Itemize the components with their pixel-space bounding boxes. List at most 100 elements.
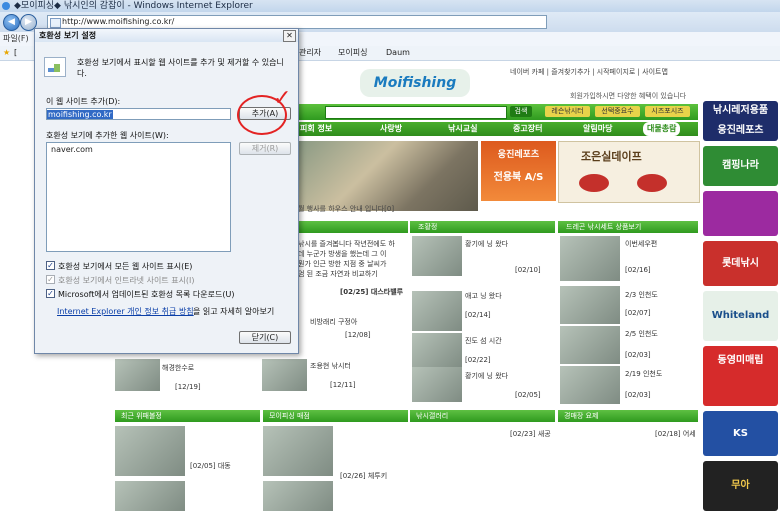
menu-file[interactable]: 파일(F) [3, 34, 29, 43]
bottom-thumb-3 [115, 481, 185, 511]
thumb-left-1 [115, 359, 160, 391]
bottom-row-1[interactable]: [02/05] 대동 [190, 461, 231, 471]
window-titlebar: ◆모이피싱◆ 낚시인의 감잡이 - Windows Internet Explo… [0, 0, 780, 12]
favorites-star-icon[interactable]: ★ [3, 46, 10, 60]
bottom-thumb-4 [263, 481, 333, 511]
ad-ungjin[interactable]: 웅진레포츠 전용북 A/S [481, 141, 556, 201]
privacy-link-suffix: 을 읽고 자세히 알아보기 [193, 307, 275, 316]
col1-row-1-date: [12/08] [345, 331, 371, 339]
side-ad-3[interactable]: 캠핑나라 [703, 146, 778, 186]
ad-right-title: 조은실데이프 [581, 150, 642, 163]
dialog-close-button[interactable]: ✕ [283, 30, 296, 42]
side-ad-7[interactable]: KS [703, 411, 778, 456]
back-button[interactable]: ◀ [3, 14, 20, 31]
side-ad-8[interactable]: 무아 [703, 461, 778, 511]
col1-row-2[interactable]: 조용현 낚시터 [310, 361, 351, 371]
nav-item-4[interactable]: 중고장터 [513, 122, 542, 136]
hero-photo [298, 141, 478, 211]
settings-page-icon [44, 57, 66, 77]
site-search-input[interactable] [325, 106, 507, 119]
col2-thumb-4 [412, 367, 462, 402]
checkbox-show-all-sites[interactable]: ✓ [46, 261, 55, 270]
checkbox-show-all-sites-label: 호환성 보기에서 모든 웹 사이트 표시(E) [58, 262, 193, 271]
col3-row-3[interactable]: 2/5 인천도 [625, 329, 658, 339]
nav-item-3[interactable]: 낚시교실 [448, 122, 477, 136]
quick-btn-3[interactable]: 시즈포시즈 [645, 106, 690, 117]
fav-item-admin[interactable]: 관리자 [299, 46, 321, 60]
col2-thumb-3 [412, 333, 462, 368]
col1-text-4: 엄 된 조금 자연과 비교하기 [298, 270, 378, 278]
privacy-link[interactable]: Internet Explorer 개인 정보 취급 방침 [57, 306, 194, 317]
page-icon [50, 18, 61, 28]
site-main-nav: 피회 정보 사랑방 낚시교실 중고장터 알림마당 대물총람 [298, 122, 698, 136]
col3-row-2-date: [02/07] [625, 309, 651, 317]
checkbox-intranet-label: 호환성 보기에서 인트라넷 사이트 표시(I) [58, 276, 195, 285]
bottom-row-2[interactable]: [02/26] 체투키 [340, 471, 387, 481]
nav-item-1[interactable]: 피회 정보 [300, 122, 332, 136]
add-site-label: 이 웹 사이트 추가(D): [46, 97, 121, 106]
col3-row-2[interactable]: 2/3 인천도 [625, 290, 658, 300]
side-ad-1[interactable]: 낚시레저용품 웅진레포츠 [703, 101, 778, 141]
col2-row-2-date: [02/14] [465, 311, 491, 319]
red-check-icon: ✓ [273, 86, 292, 111]
checkbox-intranet[interactable]: ✓ [46, 275, 55, 284]
site-topnav[interactable]: 네이버 카페 | 즐겨찾기추가 | 시작페이지로 | 사이트맵 [510, 67, 668, 77]
col1-text-2: 데 누군가 방생을 했는데 그 이 [298, 250, 387, 258]
ie-logo-icon [2, 2, 10, 10]
col1-footer[interactable]: [02/25] 대스타밸루 [340, 287, 403, 297]
col1-header [298, 221, 408, 233]
col1-row-3-date: [12/19] [175, 383, 201, 391]
add-site-value: moifishing.co.kr [47, 110, 113, 119]
site-logo[interactable]: Moifishing [360, 69, 470, 97]
compat-view-dialog: 호환성 보기 설정 ✕ 호환성 보기에서 표시할 웹 사이트를 추가 및 제거할… [34, 28, 299, 354]
col1-text-3: 뭔가 인근 방한 지점 중 날씨가 [298, 260, 387, 268]
bottom-row-4[interactable]: [02/18] 어세 [655, 429, 696, 439]
col1-row-2-date: [12/11] [330, 381, 356, 389]
side-ad-5[interactable]: Whiteland [703, 291, 778, 341]
address-bar[interactable]: http://www.moifishing.co.kr/ [47, 15, 547, 29]
nav-item-5[interactable]: 알림마당 [583, 122, 612, 136]
col2-row-4-date: [02/05] [515, 391, 541, 399]
bottom-header-3: 낚시갤러리 [410, 410, 555, 422]
quick-btn-2[interactable]: 선택중요수 [595, 106, 640, 117]
site-notice[interactable]: 월 행사를 하우스 안내 입니다[0] [298, 204, 558, 214]
thumb-left-2 [262, 359, 307, 391]
col1-row-1[interactable]: 비방래리 구정아 [310, 317, 357, 327]
side-ad-6[interactable]: 동영미매립 [703, 346, 778, 406]
nav-item-2[interactable]: 사랑방 [380, 122, 402, 136]
col2-row-3[interactable]: 진도 섬 시간 [465, 336, 502, 346]
site-list[interactable]: naver.com [46, 142, 231, 252]
col3-thumb-3 [560, 326, 620, 364]
remove-button[interactable]: 제거(R) [239, 142, 291, 155]
col2-row-2[interactable]: 애고 닝 왔다 [465, 291, 502, 301]
ad-right-banner[interactable]: 조은실데이프 [558, 141, 700, 203]
col1-row-3[interactable]: 해경한수로 [162, 363, 194, 373]
ad-ungjin-title: 웅진레포츠 [497, 150, 540, 160]
col3-row-1-date: [02/16] [625, 266, 651, 274]
fav-item-daum[interactable]: Daum [386, 46, 410, 60]
col3-thumb-4 [560, 366, 620, 404]
bottom-row-3[interactable]: [02/23] 새공 [510, 429, 551, 439]
links-label: [ [14, 48, 18, 57]
col2-thumb-1 [412, 236, 462, 276]
col2-row-4[interactable]: 황기에 닝 왔다 [465, 371, 508, 381]
close-button[interactable]: 닫기(C) [239, 331, 291, 344]
side-ad-purple[interactable] [703, 191, 778, 236]
side-ad-4[interactable]: 롯데낚시 [703, 241, 778, 286]
col2-row-1[interactable]: 황기에 닝 왔다 [465, 239, 508, 249]
fav-item-moifishing[interactable]: 모이피싱 [338, 46, 367, 60]
bottom-header-4: 경매장 요제 [558, 410, 698, 422]
quick-btn-1[interactable]: 레슨낚시터 [545, 106, 590, 117]
col3-row-4-date: [02/03] [625, 391, 651, 399]
col2-row-3-date: [02/22] [465, 356, 491, 364]
side-ad-1-text: 낚시레저용품 [712, 105, 769, 116]
col3-row-3-date: [02/03] [625, 351, 651, 359]
checkbox-download-list[interactable]: ✓ [46, 289, 55, 298]
list-item[interactable]: naver.com [51, 145, 226, 154]
site-search-button[interactable]: 검색 [510, 106, 532, 117]
address-url: http://www.moifishing.co.kr/ [62, 17, 175, 26]
col3-row-1[interactable]: 이번세우편 [625, 239, 657, 249]
add-site-input[interactable]: moifishing.co.kr [46, 108, 231, 120]
nav-item-6[interactable]: 대물총람 [643, 122, 681, 136]
col3-row-4[interactable]: 2/19 인천도 [625, 369, 662, 379]
